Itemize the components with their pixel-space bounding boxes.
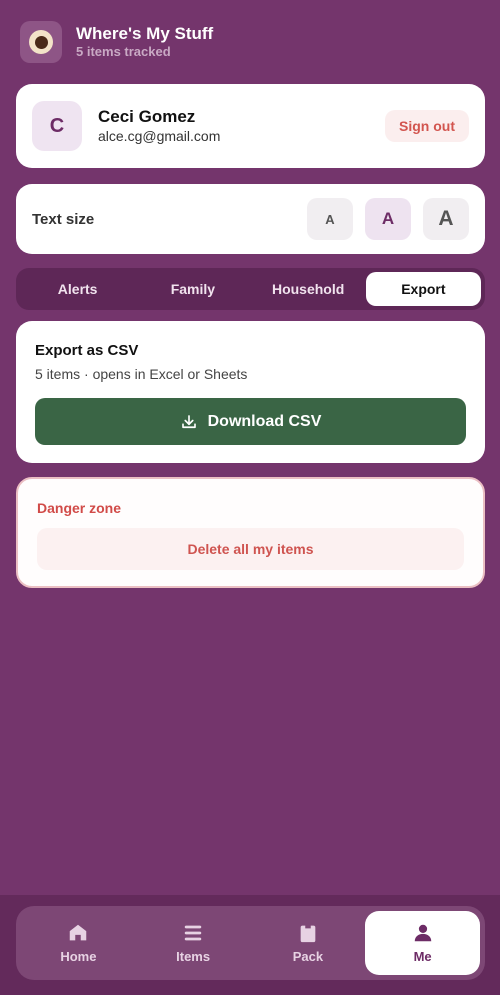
home-icon xyxy=(70,924,87,941)
delete-all-items-button[interactable]: Delete all my items xyxy=(37,528,464,570)
profile-card: C Ceci Gomez alce.cg@gmail.com Sign out xyxy=(16,84,485,168)
tab-family[interactable]: Family xyxy=(135,272,250,306)
profile-name: Ceci Gomez xyxy=(98,107,196,126)
text-size-medium-button[interactable]: A xyxy=(365,198,411,240)
nav-me-label: Me xyxy=(413,949,432,964)
nav-me[interactable]: Me xyxy=(365,911,480,975)
bottom-nav: Home Items Pack Me xyxy=(16,906,485,980)
text-size-large-button[interactable]: A xyxy=(423,198,469,240)
download-csv-button[interactable]: Download CSV xyxy=(35,398,466,445)
export-card: Export as CSV 5 items · opens in Excel o… xyxy=(16,321,485,463)
danger-zone-title: Danger zone xyxy=(37,500,122,516)
items-count: 5 items tracked xyxy=(76,44,171,59)
nav-items[interactable]: Items xyxy=(136,911,251,975)
text-size-label: Text size xyxy=(32,210,95,228)
person-icon xyxy=(414,924,431,942)
list-icon xyxy=(184,925,202,941)
profile-email: alce.cg@gmail.com xyxy=(98,128,221,144)
app-logo xyxy=(20,21,62,63)
tab-household[interactable]: Household xyxy=(251,272,366,306)
download-icon xyxy=(181,414,196,428)
text-size-small-button[interactable]: A xyxy=(307,198,353,240)
nav-items-label: Items xyxy=(176,949,211,964)
nav-home-label: Home xyxy=(60,949,97,964)
avatar: C xyxy=(32,101,82,151)
bag-icon xyxy=(300,925,316,943)
settings-tabs: Alerts Family Household Export xyxy=(16,268,485,310)
download-csv-label: Download CSV xyxy=(207,412,322,430)
nav-pack[interactable]: Pack xyxy=(251,911,366,975)
export-subtitle: 5 items · opens in Excel or Sheets xyxy=(35,366,248,382)
tab-export[interactable]: Export xyxy=(365,272,481,306)
tab-alerts[interactable]: Alerts xyxy=(20,272,135,306)
eye-icon xyxy=(29,30,53,54)
text-size-card: Text size A A A xyxy=(16,184,485,254)
danger-zone-card: Danger zone Delete all my items xyxy=(16,477,485,588)
nav-pack-label: Pack xyxy=(292,949,324,964)
sign-out-button[interactable]: Sign out xyxy=(385,110,469,142)
app-title: Where's My Stuff xyxy=(76,24,214,43)
nav-home[interactable]: Home xyxy=(21,911,136,975)
export-title: Export as CSV xyxy=(35,342,139,359)
app-header: Where's My Stuff 5 items tracked xyxy=(20,21,213,63)
